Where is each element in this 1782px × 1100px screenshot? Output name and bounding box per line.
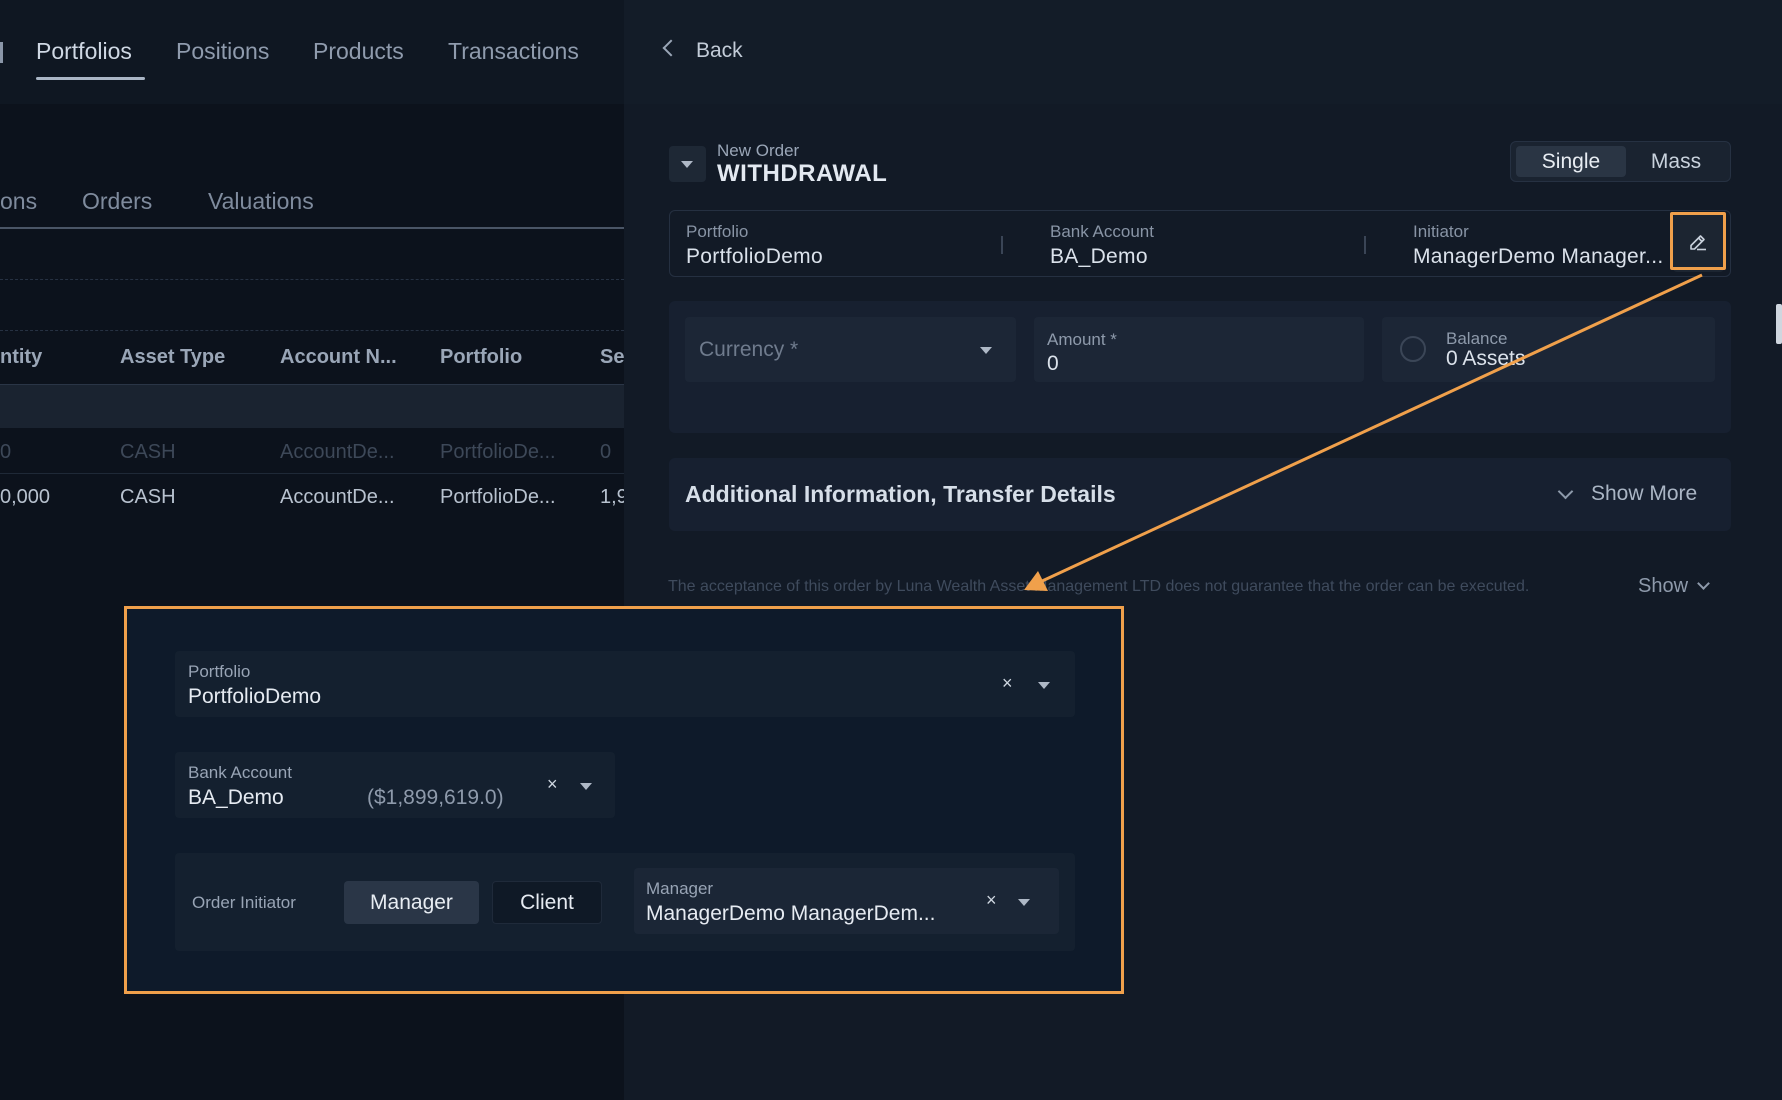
manager-select[interactable]: Manager ManagerDemo ManagerDem... ×	[634, 868, 1059, 934]
clear-icon[interactable]: ×	[986, 890, 997, 911]
summary-portfolio-value: PortfolioDemo	[686, 245, 823, 268]
balance-label: Balance	[1446, 329, 1508, 348]
cell-quantity: 0	[0, 441, 12, 463]
row-divider	[0, 473, 624, 474]
sub-tab-divider	[0, 227, 624, 229]
show-disclaimer-toggle[interactable]: Show	[1638, 575, 1688, 598]
sub-tab-positions[interactable]: ons	[0, 188, 37, 215]
summary-bank-value: BA_Demo	[1050, 245, 1148, 268]
nav-tab-positions[interactable]: Positions	[176, 38, 269, 65]
mode-mass-button[interactable]: Mass	[1624, 146, 1728, 177]
bank-account-label: Bank Account	[188, 763, 292, 782]
bank-account-select[interactable]: Bank Account BA_Demo ($1,899,619.0) ×	[175, 752, 615, 818]
column-header-quantity[interactable]: ntity	[0, 346, 42, 369]
amount-value: 0	[1047, 352, 1059, 375]
cell-portfolio: PortfolioDe...	[440, 486, 556, 508]
cell-asset-type: CASH	[120, 441, 176, 463]
order-kicker: New Order	[717, 141, 800, 160]
portfolio-select[interactable]: Portfolio PortfolioDemo ×	[175, 651, 1075, 717]
currency-select[interactable]: Currency *	[685, 317, 1016, 382]
cell-portfolio: PortfolioDe...	[440, 441, 556, 463]
order-mode-toggle: Single Mass	[1510, 141, 1731, 182]
bank-account-balance: ($1,899,619.0)	[367, 786, 504, 809]
divider	[0, 279, 624, 280]
summary-initiator-value: ManagerDemo Manager...	[1413, 245, 1664, 268]
balance-display: Balance 0 Assets	[1382, 317, 1715, 382]
summary-portfolio-label: Portfolio	[686, 222, 749, 241]
summary-separator	[1001, 236, 1003, 254]
cell-settled: 0	[600, 441, 612, 463]
highlight-box	[1670, 212, 1726, 270]
balance-icon	[1400, 336, 1426, 362]
order-type-dropdown-button[interactable]	[669, 146, 706, 182]
caret-down-icon[interactable]	[1018, 899, 1030, 906]
column-header-portfolio[interactable]: Portfolio	[440, 346, 522, 369]
cell-settled: 1,9	[600, 486, 624, 508]
nav-tab-transactions[interactable]: Transactions	[448, 38, 579, 65]
order-initiator-block: Order Initiator Manager Client Manager M…	[175, 853, 1075, 951]
caret-down-icon[interactable]	[580, 783, 592, 790]
summary-bank-label: Bank Account	[1050, 222, 1154, 241]
manager-value: ManagerDemo ManagerDem...	[646, 902, 936, 925]
cell-quantity: 0,000	[0, 486, 51, 508]
back-label: Back	[696, 39, 743, 62]
order-title: WITHDRAWAL	[717, 160, 888, 187]
initiator-manager-button[interactable]: Manager	[344, 881, 479, 924]
balance-value: 0 Assets	[1446, 347, 1526, 370]
scrollbar[interactable]	[1776, 304, 1782, 344]
caret-down-icon	[980, 347, 992, 354]
zoom-inset-edit-panel: Portfolio PortfolioDemo × Bank Account B…	[124, 606, 1124, 994]
portfolio-value: PortfolioDemo	[188, 685, 322, 708]
cell-asset-type: CASH	[120, 486, 176, 508]
active-nav-indicator	[36, 77, 145, 80]
nav-tab-products[interactable]: Products	[313, 38, 404, 65]
caret-down-icon[interactable]	[1038, 682, 1050, 689]
cell-account-name: AccountDe...	[280, 441, 395, 463]
mode-single-button[interactable]: Single	[1516, 146, 1626, 177]
cell-account-name: AccountDe...	[280, 486, 395, 508]
nav-edge-fragment	[0, 42, 3, 63]
bank-account-value: BA_Demo	[188, 786, 284, 809]
divider	[0, 330, 624, 331]
caret-down-icon	[681, 161, 693, 168]
column-header-account-name[interactable]: Account N...	[280, 346, 397, 369]
clear-icon[interactable]: ×	[547, 774, 558, 795]
column-header-asset-type[interactable]: Asset Type	[120, 346, 225, 369]
order-initiator-label: Order Initiator	[192, 893, 296, 912]
initiator-client-button[interactable]: Client	[492, 881, 602, 924]
sub-tab-valuations[interactable]: Valuations	[208, 188, 314, 215]
nav-tab-portfolios[interactable]: Portfolios	[36, 38, 132, 65]
order-fields-card: Currency * Amount * 0 Balance 0 Assets	[669, 301, 1731, 433]
currency-placeholder: Currency *	[699, 338, 799, 361]
show-more-toggle[interactable]: Show More	[1591, 482, 1697, 506]
sub-tab-orders[interactable]: Orders	[82, 188, 152, 215]
portfolio-label: Portfolio	[188, 662, 251, 681]
order-disclaimer: The acceptance of this order by Luna Wea…	[668, 578, 1530, 595]
order-summary-card: Portfolio PortfolioDemo Bank Account BA_…	[669, 210, 1731, 277]
order-panel-header	[624, 0, 1782, 104]
summary-initiator-label: Initiator	[1413, 222, 1469, 241]
additional-info-title: Additional Information, Transfer Details	[685, 481, 1116, 507]
amount-label: Amount *	[1047, 330, 1117, 349]
manager-label: Manager	[646, 879, 714, 898]
column-header-settled[interactable]: Se	[600, 346, 624, 369]
summary-separator	[1364, 236, 1366, 254]
amount-input[interactable]: Amount * 0	[1034, 317, 1364, 382]
group-row	[0, 385, 624, 428]
clear-icon[interactable]: ×	[1002, 673, 1013, 694]
